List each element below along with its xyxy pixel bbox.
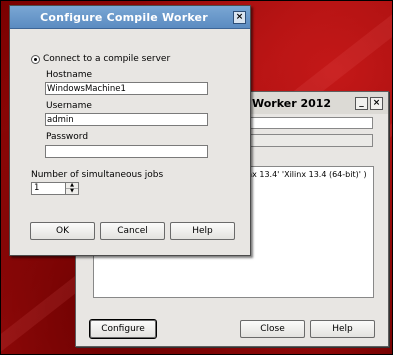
spinner-buttons: ▲ ▼ — [65, 183, 78, 194]
desktop-background: Worker 2012 _ × nx 13.4' 'Xilinx 13.4 (6… — [0, 0, 393, 355]
spin-down-icon[interactable]: ▼ — [66, 189, 78, 194]
jobs-spinner[interactable]: 1 ▲ ▼ — [31, 182, 79, 195]
connect-server-label[interactable]: Connect to a compile server — [43, 54, 170, 64]
help-button[interactable]: Help — [170, 222, 235, 240]
back-window-field-disabled — [243, 134, 373, 147]
minimize-button[interactable]: _ — [355, 97, 368, 110]
back-window-title: Worker 2012 — [252, 97, 332, 110]
password-label: Password — [46, 132, 89, 142]
jobs-label: Number of simultaneous jobs — [31, 170, 164, 180]
configure-button[interactable]: Configure — [89, 319, 157, 339]
back-help-button[interactable]: Help — [310, 320, 375, 338]
dialog-title: Configure Compile Worker — [40, 11, 208, 24]
close-icon[interactable]: × — [233, 11, 246, 24]
cancel-button[interactable]: Cancel — [100, 222, 165, 240]
configure-compile-worker-dialog: Configure Compile Worker × Connect to a … — [9, 5, 251, 256]
worker-list-item[interactable]: nx 13.4' 'Xilinx 13.4 (64-bit)' ) — [247, 170, 367, 179]
connect-server-radio[interactable] — [31, 55, 40, 64]
hostname-label: Hostname — [46, 70, 93, 80]
close-button[interactable]: Close — [240, 320, 305, 338]
password-input[interactable] — [45, 145, 208, 158]
jobs-value[interactable]: 1 — [34, 183, 39, 194]
username-label: Username — [46, 101, 92, 111]
username-input[interactable] — [45, 113, 208, 126]
hostname-input[interactable] — [45, 82, 208, 95]
ok-button[interactable]: OK — [30, 222, 95, 240]
dialog-titlebar[interactable]: Configure Compile Worker × — [10, 6, 250, 29]
back-window-close-icon[interactable]: × — [370, 97, 383, 110]
back-window-field[interactable] — [243, 117, 373, 129]
